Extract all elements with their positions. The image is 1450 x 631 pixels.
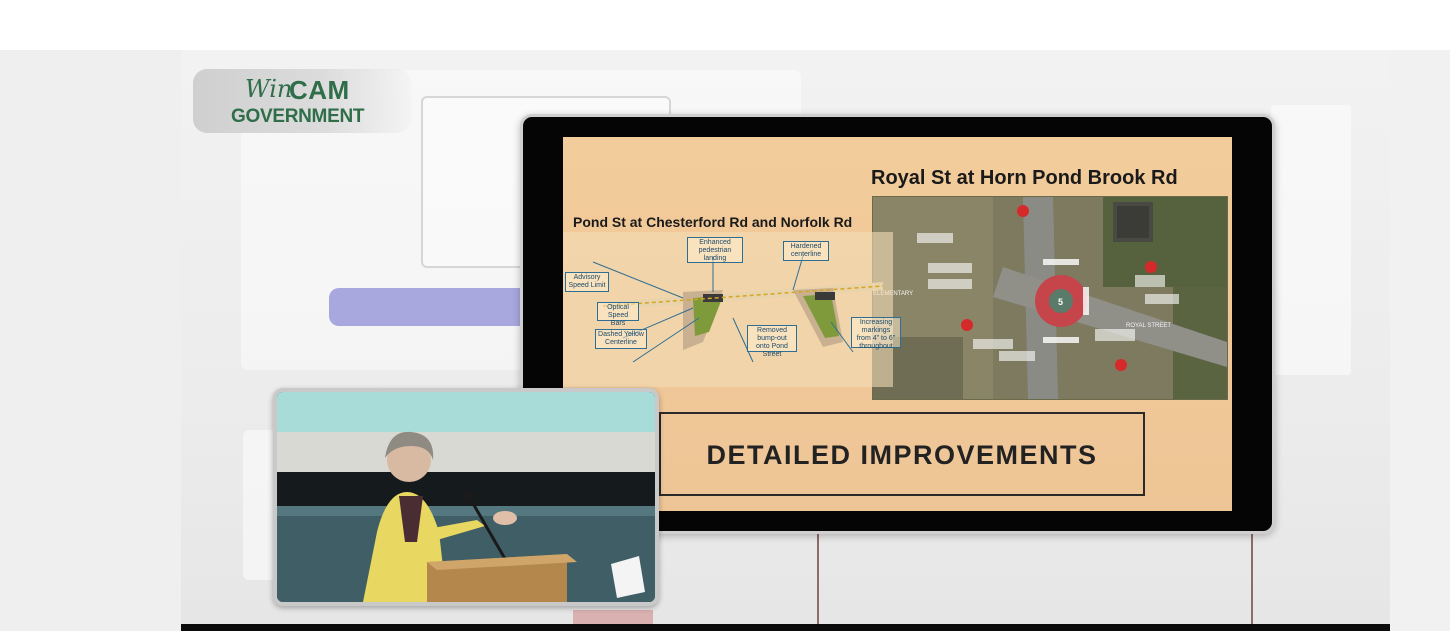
slide-banner-text: DETAILED IMPROVEMENTS [706,440,1098,470]
aerial-label-street: ROYAL STREET [1126,323,1171,329]
plan-callout: Advisory Speed Limit [565,272,609,292]
plan-callout: Enhanced pedestrian landing [687,237,743,263]
plan-callout: Removed bump-out onto Pond Street [747,325,797,358]
player-bottom-bar [181,624,1390,631]
logo-script-text: Win [245,75,293,103]
studio-backdrop-line [817,530,819,631]
right-background-panel [1390,50,1450,631]
aerial-map-image: ELEMENTARY ROYAL STREET 5 [872,196,1228,400]
plan-callout: Dashed Yellow Centerline [595,329,647,349]
studio-backdrop-panel-right [1271,105,1351,375]
wincam-government-logo: Win CAM GOVERNMENT [193,69,411,133]
logo-subtitle: GOVERNMENT [231,106,365,127]
presentation-slide: Royal St at Horn Pond Brook Rd ELEMENTAR… [563,137,1232,511]
studio-backdrop-bar [329,288,529,326]
speaker-at-podium-image [277,392,655,602]
slide-banner: DETAILED IMPROVEMENTS [659,412,1145,496]
studio-backdrop-line [1251,530,1253,631]
slide-title-left: Pond St at Chesterford Rd and Norfolk Rd [573,214,853,230]
slide-title-right: Royal St at Horn Pond Brook Rd [871,167,1178,189]
logo-bold-text: CAM [289,75,350,105]
speaker-inset-video [273,388,659,606]
aerial-label-number: 5 [1058,297,1063,307]
plan-callout: Optical Speed Bars [597,302,639,327]
plan-callout: Increasing markings from 4" to 6" throug… [851,317,901,350]
plan-callout: Hardened centerline [783,241,829,261]
video-player[interactable]: Win CAM GOVERNMENT Royal St at Horn Pond… [181,50,1390,631]
left-background-panel [0,50,181,631]
